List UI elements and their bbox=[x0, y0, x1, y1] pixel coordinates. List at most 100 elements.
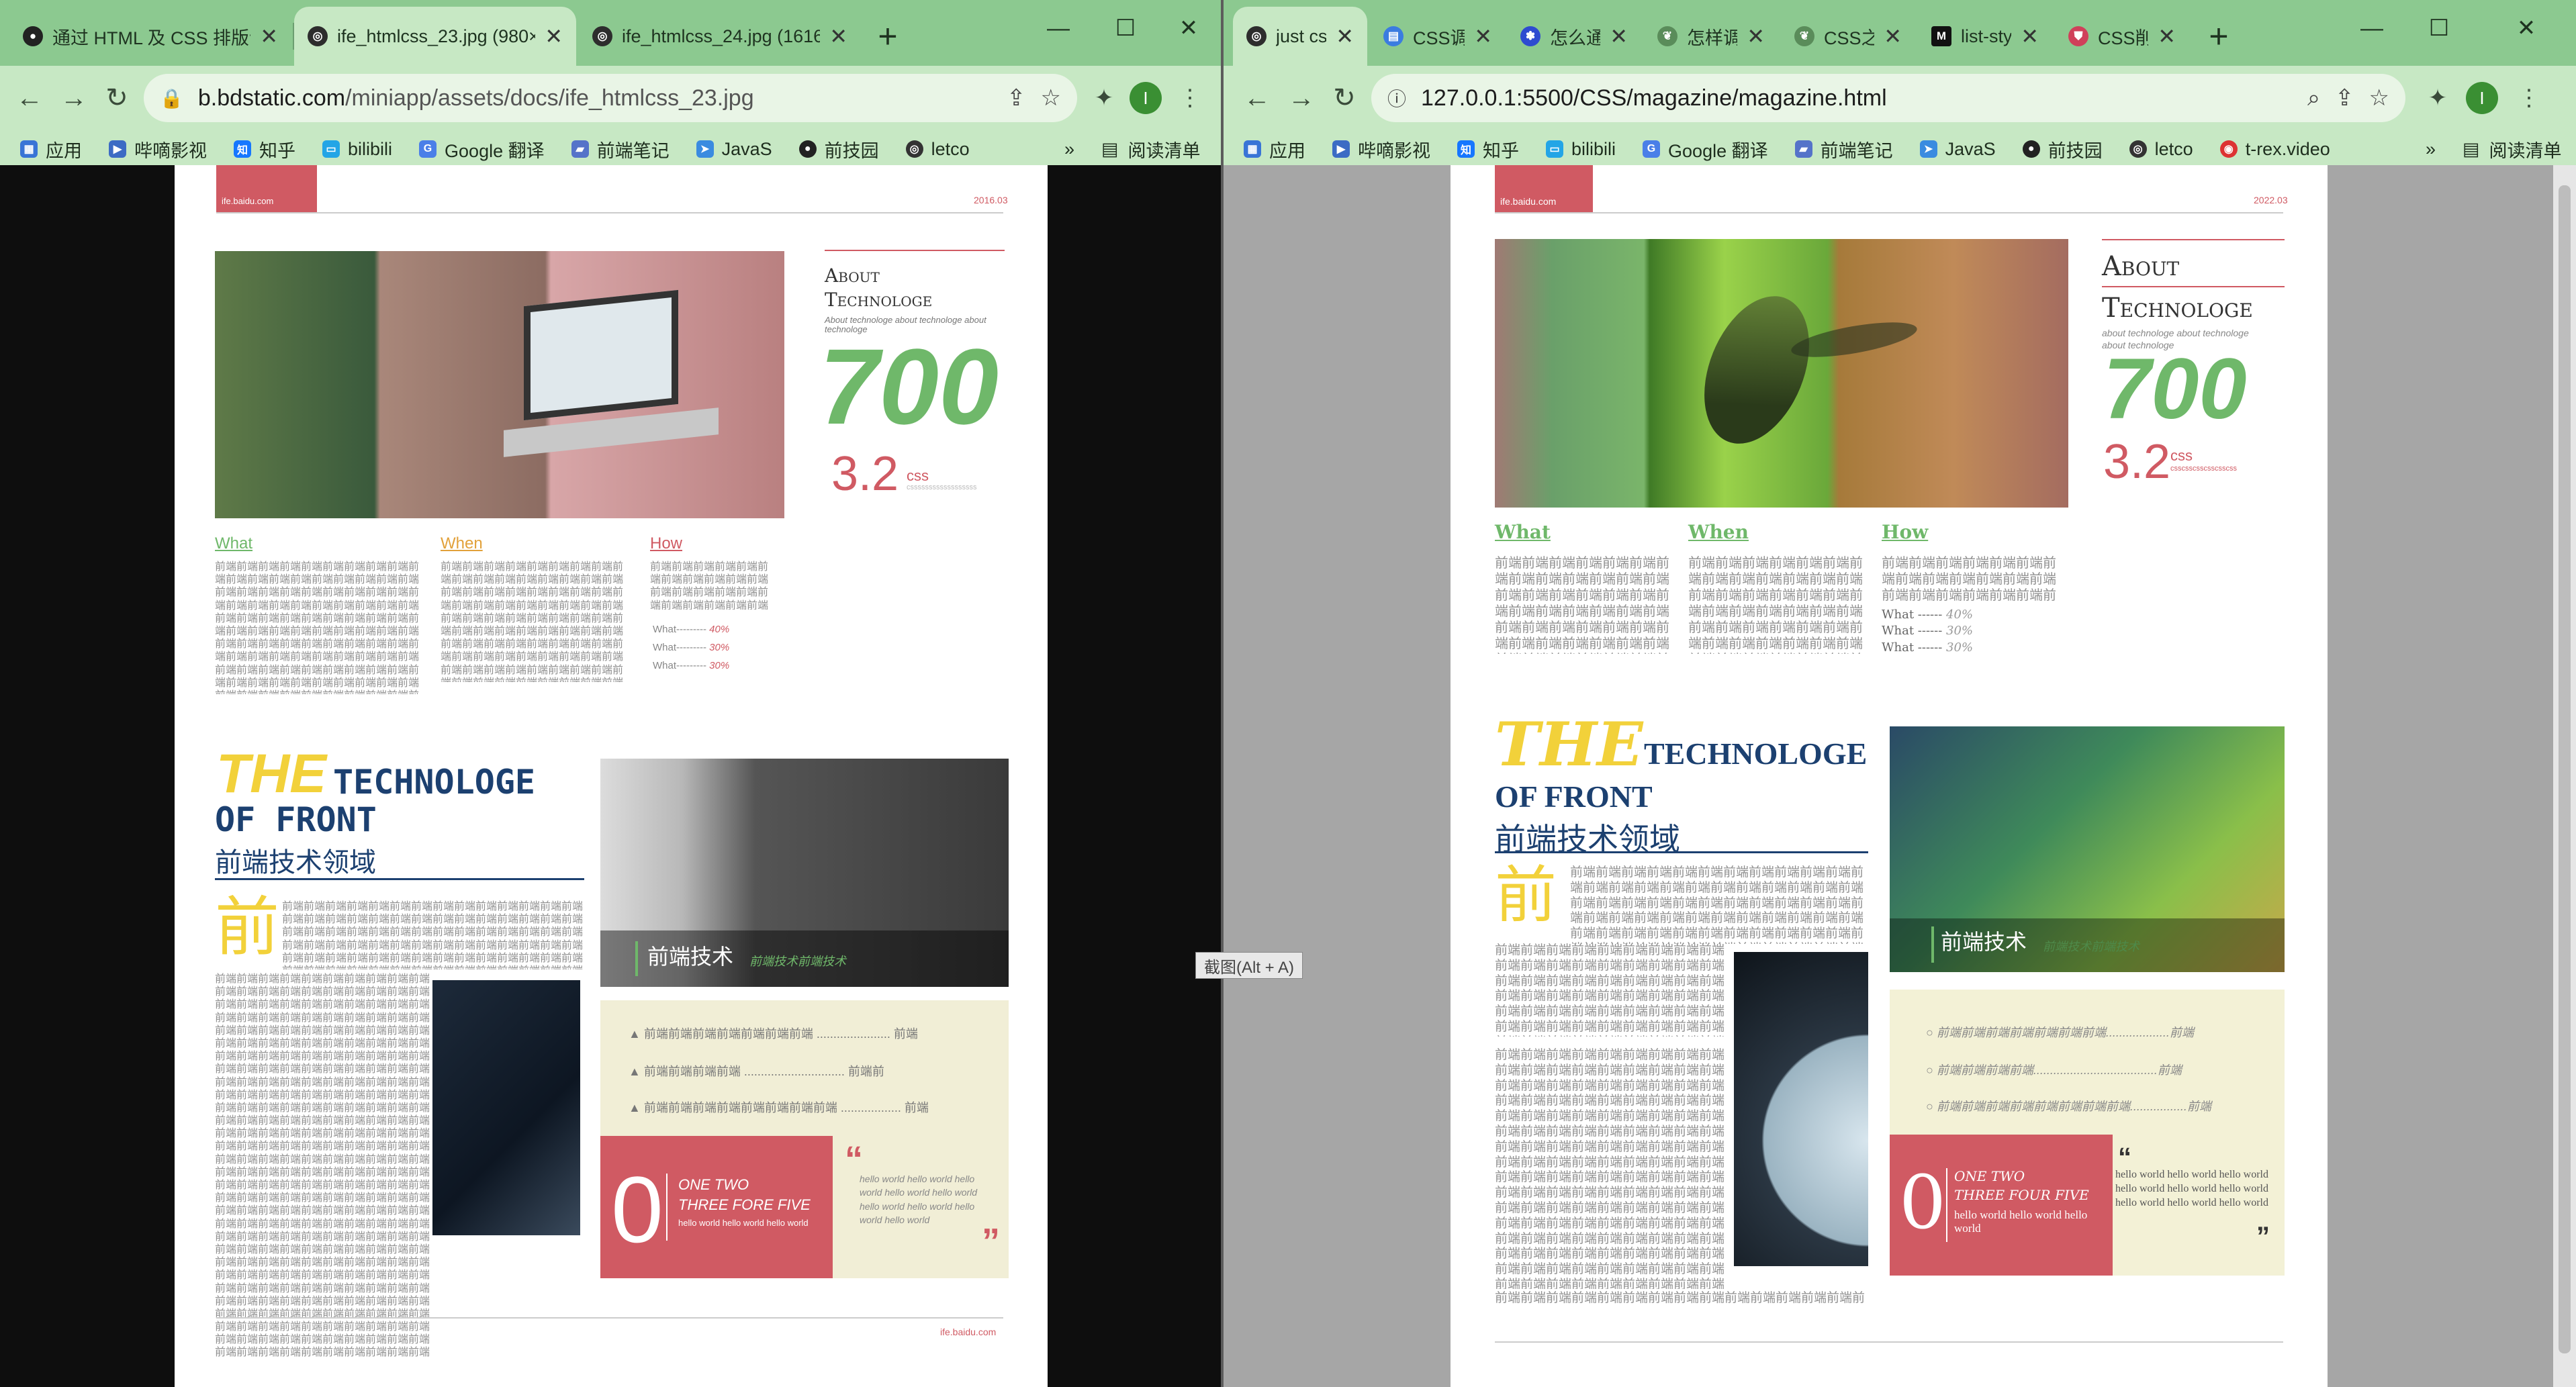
article-text-2: 前端前端前端前端前端前端前端前端前端前端前端前端前端前端前端前端前端前端前端前端… bbox=[1495, 943, 1725, 1037]
bookmark-letco[interactable]: ◎ letco bbox=[2129, 139, 2193, 160]
bookmark-qianjiyuan[interactable]: ● 前技园 bbox=[2022, 136, 2103, 162]
technologe-heading: Technologe bbox=[825, 289, 933, 311]
list-item-dots: ................. bbox=[2129, 1100, 2187, 1113]
more-bookmarks-chevron[interactable]: » bbox=[2426, 139, 2436, 160]
bookmark-notes[interactable]: ▰ 前端笔记 bbox=[1794, 136, 1893, 162]
right-scrollbar[interactable] bbox=[2553, 165, 2576, 1387]
stat-row: What ------ 30% bbox=[1882, 623, 1973, 639]
extensions-icon[interactable]: ✦ bbox=[2416, 77, 2459, 119]
bookmark-bidi[interactable]: ▶ 哔嘀影视 bbox=[1332, 136, 1430, 162]
back-icon[interactable]: ← bbox=[8, 77, 51, 119]
list-item-text: 前端前端前端前端前端前端前端前端 bbox=[643, 1101, 837, 1114]
right-tab-5[interactable]: ❦ CSS之 ✕ bbox=[1781, 7, 1915, 66]
tv-icon: ▭ bbox=[1546, 140, 1563, 158]
new-tab-button[interactable]: + bbox=[2197, 15, 2240, 58]
close-icon[interactable]: ✕ bbox=[829, 23, 847, 49]
footer-rule bbox=[216, 1317, 1003, 1319]
extensions-icon[interactable]: ✦ bbox=[1083, 77, 1125, 119]
bookmark-bidi[interactable]: ▶ 哔嘀影视 bbox=[109, 136, 207, 162]
bookmark-bilibili[interactable]: ▭ bilibili bbox=[1546, 139, 1616, 160]
right-tab-2[interactable]: ▤ CSS调 ✕ bbox=[1370, 7, 1506, 66]
close-icon[interactable]: ✕ bbox=[2021, 23, 2039, 49]
right-address-bar[interactable]: ⓘ 127.0.0.1:5500/CSS/magazine/magazine.h… bbox=[1371, 74, 2405, 122]
reading-list-button[interactable]: 阅读清单 bbox=[2489, 136, 2562, 162]
star-icon[interactable]: ☆ bbox=[2369, 85, 2389, 111]
zero-divider bbox=[1946, 1168, 1947, 1242]
list-item-end: 前端 bbox=[2187, 1100, 2211, 1113]
right-tab-3[interactable]: ✽ 怎么通 ✕ bbox=[1507, 7, 1641, 66]
close-window-button[interactable]: ✕ bbox=[1155, 7, 1221, 50]
right-tab-4[interactable]: ❦ 怎样调 ✕ bbox=[1644, 7, 1778, 66]
issue-date: 2022.03 bbox=[2254, 195, 2288, 205]
menu-icon[interactable]: ⋮ bbox=[1168, 77, 1211, 119]
bookmark-label: 哔嘀影视 bbox=[134, 140, 207, 161]
bookmark-zhihu[interactable]: 知知乎 bbox=[1457, 136, 1519, 162]
avatar[interactable]: I bbox=[1130, 82, 1162, 114]
close-icon[interactable]: ✕ bbox=[260, 23, 278, 49]
url-text[interactable]: 127.0.0.1:5500/CSS/magazine/magazine.htm… bbox=[1421, 85, 2293, 111]
close-icon[interactable]: ✕ bbox=[1747, 23, 1765, 49]
close-icon[interactable]: ✕ bbox=[1336, 23, 1354, 49]
star-icon[interactable]: ☆ bbox=[1041, 85, 1061, 111]
url-text[interactable]: b.bdstatic.com/miniapp/assets/docs/ife_h… bbox=[198, 85, 992, 111]
maximize-button[interactable]: ☐ bbox=[1092, 7, 1159, 50]
bookmark-label: 哔嘀影视 bbox=[1358, 140, 1430, 161]
close-icon[interactable]: ✕ bbox=[2158, 23, 2176, 49]
share-icon[interactable]: ⇪ bbox=[1007, 85, 1026, 111]
bookmark-trex[interactable]: ◉ t-rex.video bbox=[2219, 139, 2330, 160]
left-tab-1[interactable]: ● 通过 HTML 及 CSS 排版设 ✕ bbox=[9, 7, 291, 66]
of-front-title: OF FRONT bbox=[1495, 779, 1653, 814]
bookmark-qianjiyuan[interactable]: ● 前技园 bbox=[798, 136, 879, 162]
quote-text: hello world hello world hello world hell… bbox=[2115, 1169, 2268, 1208]
forward-icon[interactable]: → bbox=[52, 77, 95, 119]
left-tab-3[interactable]: ◎ ife_htmlcss_24.jpg (1616 ✕ bbox=[579, 7, 861, 66]
back-icon[interactable]: ← bbox=[1236, 77, 1279, 119]
banner-title: 前端技术 bbox=[1941, 930, 2027, 954]
zoom-icon[interactable]: ⌕ bbox=[2307, 85, 2320, 111]
close-icon[interactable]: ✕ bbox=[1610, 23, 1628, 49]
close-window-button[interactable]: ✕ bbox=[2493, 7, 2560, 50]
bookmark-translate[interactable]: G Google 翻译 bbox=[419, 136, 545, 162]
bookmark-apps[interactable]: ▦ 应用 bbox=[1244, 136, 1305, 162]
right-tab-6[interactable]: M list-sty ✕ bbox=[1918, 7, 2052, 66]
article-text-1: 前端前端前端前端前端前端前端前端前端前端前端前端前端前端前端前端前端前端前端前端… bbox=[1570, 865, 1864, 944]
bookmark-translate[interactable]: G Google 翻译 bbox=[1643, 136, 1768, 162]
reload-icon[interactable]: ↻ bbox=[1323, 77, 1366, 119]
list-item-text: 前端前端前端前端前端前端前端 bbox=[643, 1027, 813, 1041]
forward-icon[interactable]: → bbox=[1280, 77, 1323, 119]
left-tab-2-active[interactable]: ◎ ife_htmlcss_23.jpg (980× ✕ bbox=[294, 7, 576, 66]
bookmark-apps[interactable]: ▦ 应用 bbox=[20, 136, 82, 162]
bookmark-bilibili[interactable]: ▭ bilibili bbox=[322, 139, 392, 160]
menu-icon[interactable]: ⋮ bbox=[2508, 77, 2550, 119]
avatar[interactable]: I bbox=[2466, 82, 2498, 114]
reload-icon[interactable]: ↻ bbox=[95, 77, 138, 119]
minimize-button[interactable]: — bbox=[1025, 7, 1092, 50]
bookmark-javas[interactable]: ➤ JavaS bbox=[696, 139, 772, 160]
minimize-button[interactable]: — bbox=[2338, 7, 2405, 50]
share-icon[interactable]: ⇪ bbox=[2335, 85, 2354, 111]
left-address-bar[interactable]: 🔒 b.bdstatic.com/miniapp/assets/docs/ife… bbox=[144, 74, 1077, 122]
right-tab-1-active[interactable]: ◎ just css ✕ bbox=[1233, 7, 1367, 66]
close-icon[interactable]: ✕ bbox=[545, 23, 563, 49]
bookmark-javas[interactable]: ➤ JavaS bbox=[1919, 139, 1996, 160]
globe-icon: ◎ bbox=[1246, 26, 1267, 46]
about-heading: About bbox=[825, 265, 880, 287]
close-icon[interactable]: ✕ bbox=[1474, 23, 1492, 49]
what-text: 前端前端前端前端前端前端前端前端前端前端前端前端前端前端前端前端前端前端前端前端… bbox=[215, 560, 419, 694]
one-two-text: ONE TWO bbox=[1954, 1168, 2025, 1184]
stat-value: 30% bbox=[1946, 640, 1974, 655]
close-icon[interactable]: ✕ bbox=[1884, 23, 1902, 49]
right-tab-7[interactable]: ⛊ CSS削 ✕ bbox=[2055, 7, 2189, 66]
bookmark-zhihu[interactable]: 知知乎 bbox=[234, 136, 295, 162]
bookmark-letco[interactable]: ◎ letco bbox=[905, 139, 970, 160]
footer-rule bbox=[1495, 1341, 2283, 1343]
maximize-button[interactable]: ☐ bbox=[2405, 7, 2473, 50]
right-bookmarks-bar: ▦ 应用 ▶ 哔嘀影视 知知乎 ▭ bilibili G Google 翻译 ▰ 前端笔记… bbox=[1224, 133, 2330, 165]
tab-title: list-sty bbox=[1961, 26, 2012, 46]
scrollbar-thumb[interactable] bbox=[2559, 185, 2571, 1353]
reading-list-button[interactable]: 阅读清单 bbox=[1128, 136, 1201, 162]
new-tab-button[interactable]: + bbox=[866, 15, 909, 58]
bookmark-notes[interactable]: ▰ 前端笔记 bbox=[571, 136, 670, 162]
stat-label: What ------ bbox=[1882, 624, 1943, 638]
more-bookmarks-chevron[interactable]: » bbox=[1064, 139, 1074, 160]
